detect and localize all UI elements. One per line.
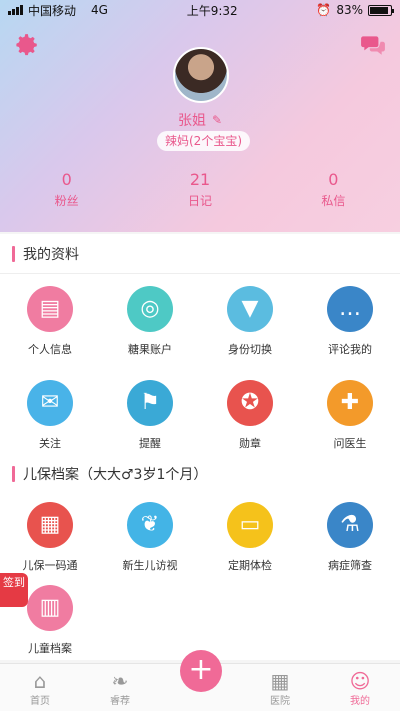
menu-item-identity-switch[interactable]: ▼ 身份切换 (200, 274, 300, 368)
menu-label: 儿保一码通 (22, 558, 78, 572)
menu-label: 糖果账户 (128, 342, 172, 356)
tab-label: 睿荐 (110, 696, 130, 707)
plus-icon[interactable]: + (180, 650, 222, 692)
menu-item-screening[interactable]: ⚗ 病症筛查 (300, 494, 400, 580)
identity-badge: 辣妈(2个宝宝) (157, 131, 250, 151)
user-name: 张姐 (177, 113, 206, 129)
stat-label: 私信 (321, 194, 346, 208)
feather-icon: ❧ (111, 669, 129, 693)
menu-item-child-code[interactable]: ▦ 儿保一码通 (0, 494, 100, 580)
chat-icon[interactable] (360, 32, 386, 58)
section-title: 儿保档案（大大♂3岁1个月） (0, 454, 400, 494)
my-info-section: 我的资料 ▤ 个人信息 ◎ 糖果账户 ▼ 身份切换 … 评论我的 ✉ 关注 ⚑ … (0, 234, 400, 462)
bird-icon: ❦ (127, 501, 173, 548)
tab-recommend[interactable]: ❧ 睿荐 (80, 664, 160, 711)
avatar[interactable] (173, 47, 229, 103)
menu-item-medals[interactable]: ✪ 勋章 (200, 368, 300, 462)
stat-fans[interactable]: 0 粉丝 (0, 170, 133, 210)
sign-in-button[interactable]: 签到 (0, 573, 28, 607)
clothes-hanger-icon: ▼ (227, 285, 273, 332)
battery-percent: 83% (336, 3, 363, 17)
speech-bubbles-icon: … (327, 285, 373, 332)
certificate-icon: ✪ (227, 379, 273, 426)
menu-label: 病症筛查 (328, 558, 372, 572)
doctor-badge-icon: ✚ (327, 379, 373, 426)
signal-icon (8, 5, 23, 15)
menu-item-newborn-visit[interactable]: ❦ 新生儿访视 (100, 494, 200, 580)
stat-label: 粉丝 (54, 194, 79, 208)
lollipop-icon: ◎ (127, 285, 173, 332)
battery-icon (368, 4, 394, 16)
menu-label: 问医生 (333, 436, 367, 450)
menu-label: 定期体检 (228, 558, 272, 572)
carrier: 中国移动 (28, 3, 77, 18)
menu-item-follow[interactable]: ✉ 关注 (0, 368, 100, 462)
tab-label: 我的 (350, 696, 370, 707)
status-bar: 中国移动 4G 上午9:32 ⏰ 83% (0, 0, 400, 20)
menu-item-comments[interactable]: … 评论我的 (300, 274, 400, 368)
section-title: 我的资料 (0, 234, 400, 274)
tab-add[interactable]: + (160, 650, 240, 711)
stat-value: 0 (61, 170, 72, 189)
menu-item-ask-doctor[interactable]: ✚ 问医生 (300, 368, 400, 462)
menu-item-candy-account[interactable]: ◎ 糖果账户 (100, 274, 200, 368)
alarm-icon: ⏰ (316, 3, 332, 17)
menu-label: 身份切换 (228, 342, 272, 356)
person-icon: ☺ (349, 669, 371, 693)
menu-item-personal-info[interactable]: ▤ 个人信息 (0, 274, 100, 368)
stat-value: 0 (328, 170, 339, 189)
tab-label: 医院 (270, 696, 290, 707)
tab-mine[interactable]: ☺ 我的 (320, 664, 400, 711)
monitor-icon: ▭ (227, 501, 273, 548)
stat-diary[interactable]: 21 日记 (133, 170, 266, 210)
child-health-section: 儿保档案（大大♂3岁1个月） ▦ 儿保一码通 ❦ 新生儿访视 ▭ 定期体检 ⚗ … (0, 454, 400, 660)
edit-pencil-icon[interactable]: ✎ (212, 113, 222, 127)
stat-messages[interactable]: 0 私信 (267, 170, 400, 210)
network: 4G (91, 3, 108, 17)
menu-label: 勋章 (239, 436, 261, 450)
menu-label: 关注 (39, 436, 61, 450)
menu-item-reminder[interactable]: ⚑ 提醒 (100, 368, 200, 462)
tab-hospital[interactable]: ▦ 医院 (240, 664, 320, 711)
menu-label: 儿童档案 (28, 641, 72, 655)
newspaper-icon: ▦ (27, 501, 73, 548)
clipboard-icon: ▥ (27, 584, 73, 631)
stats-row: 0 粉丝 21 日记 0 私信 (0, 170, 400, 210)
tab-bar: ⌂ 首页 ❧ 睿荐 + ▦ 医院 ☺ 我的 (0, 650, 400, 711)
menu-label: 个人信息 (28, 342, 72, 356)
tab-home[interactable]: ⌂ 首页 (0, 664, 80, 711)
id-card-icon: ▤ (27, 285, 73, 332)
menu-label: 评论我的 (328, 342, 372, 356)
menu-item-regular-checkup[interactable]: ▭ 定期体检 (200, 494, 300, 580)
menu-label: 新生儿访视 (122, 558, 178, 572)
name-row[interactable]: 张姐 ✎ (0, 110, 400, 130)
mailbox-icon: ⚑ (127, 379, 173, 426)
microscope-icon: ⚗ (327, 501, 373, 548)
home-icon: ⌂ (33, 669, 47, 693)
hospital-icon: ▦ (270, 669, 290, 693)
gear-icon[interactable] (14, 32, 40, 58)
message-bottle-icon: ✉ (27, 379, 73, 426)
menu-label: 提醒 (139, 436, 161, 450)
tab-label: 首页 (30, 696, 50, 707)
clock: 上午9:32 (186, 3, 238, 18)
stat-value: 21 (189, 170, 211, 189)
stat-label: 日记 (187, 194, 212, 208)
